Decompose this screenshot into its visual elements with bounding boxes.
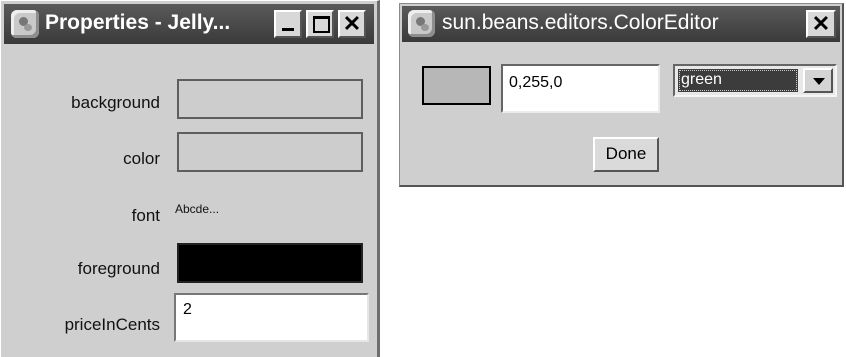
color-editor-window: sun.beans.editors.ColorEditor ✕ 0,255,0 … — [399, 3, 844, 187]
color-name-selected: green — [678, 69, 798, 92]
java-cup-icon — [11, 10, 39, 38]
maximize-button[interactable] — [306, 10, 334, 38]
background-color-field[interactable] — [177, 79, 363, 119]
foreground-color-field[interactable] — [177, 243, 363, 283]
color-editor-title-bar[interactable]: sun.beans.editors.ColorEditor ✕ — [402, 6, 840, 42]
minimize-button[interactable] — [274, 10, 302, 38]
color-field[interactable] — [177, 132, 363, 172]
color-editor-window-title: sun.beans.editors.ColorEditor — [442, 11, 719, 34]
chevron-down-icon[interactable] — [803, 68, 833, 93]
price-in-cents-label: priceInCents — [64, 315, 160, 334]
color-swatch — [422, 66, 491, 105]
foreground-label: foreground — [77, 259, 160, 278]
background-label: background — [71, 93, 160, 112]
font-preview[interactable]: Abcde... — [175, 202, 219, 216]
close-button[interactable]: ✕ — [806, 10, 836, 38]
properties-window: Properties - Jelly... ✕ background color… — [0, 0, 380, 357]
properties-title-bar[interactable]: Properties - Jelly... ✕ — [4, 4, 374, 44]
close-button[interactable]: ✕ — [338, 10, 366, 38]
color-name-select[interactable]: green — [673, 64, 837, 97]
properties-window-title: Properties - Jelly... — [45, 11, 231, 34]
font-label: font — [131, 206, 160, 225]
color-label: color — [123, 149, 160, 168]
java-cup-icon — [408, 10, 435, 37]
price-in-cents-input[interactable]: 2 — [174, 293, 369, 342]
rgb-value-input[interactable]: 0,255,0 — [501, 64, 660, 113]
done-button[interactable]: Done — [593, 137, 659, 172]
